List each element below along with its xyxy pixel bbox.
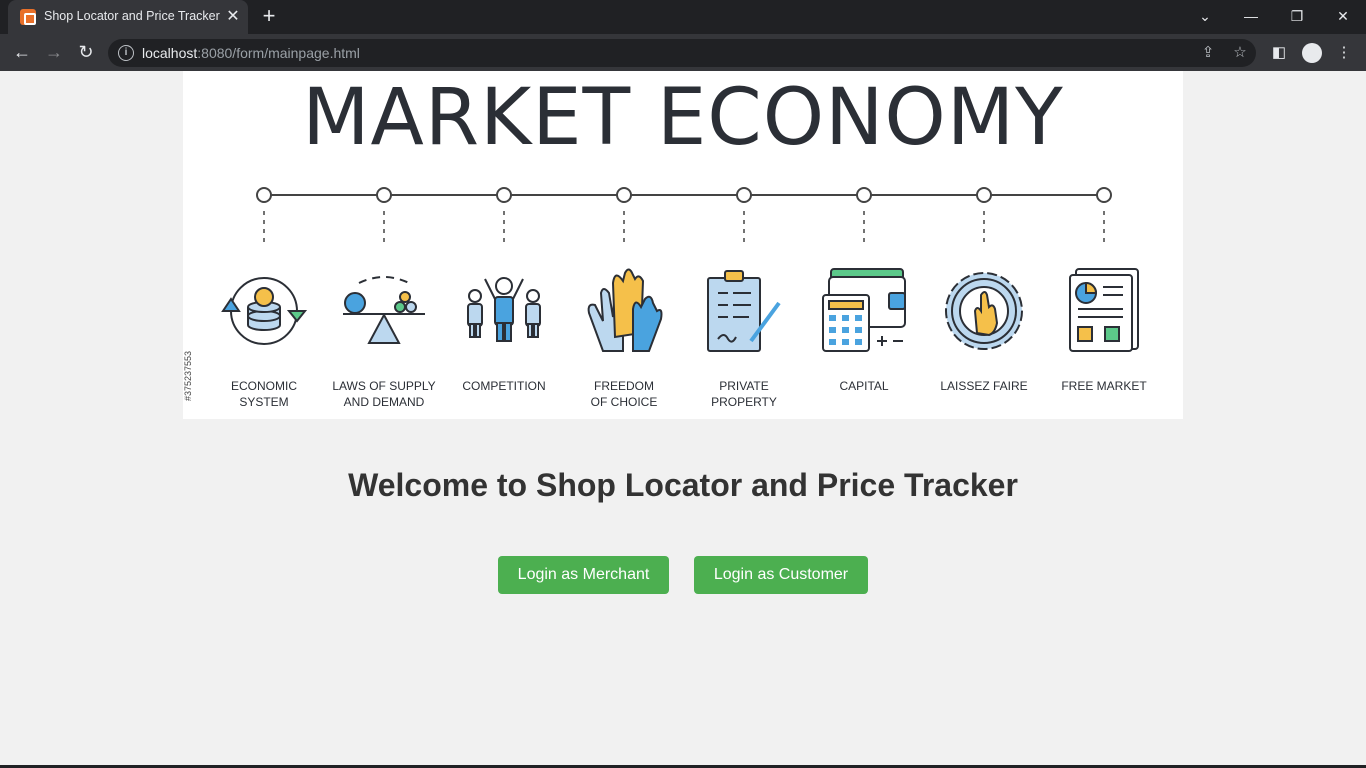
tab-title: Shop Locator and Price Tracker [44, 9, 220, 23]
login-customer-button[interactable]: Login as Customer [694, 556, 868, 594]
timeline-dot [616, 187, 632, 203]
caption-line2: PROPERTY [711, 395, 777, 409]
caption-line1: FREEDOM [594, 379, 654, 393]
caption-line1: ECONOMIC [231, 379, 297, 393]
gear-hand-icon [945, 272, 1023, 350]
caption-line1: CAPITAL [839, 379, 889, 393]
banner-caption: PRIVATE PROPERTY [684, 378, 804, 410]
browser-toolbar: ← → ↻ i localhost:8080/form/mainpage.htm… [0, 34, 1366, 71]
xampp-favicon-icon [20, 9, 36, 25]
caption-line1: FREE MARKET [1061, 379, 1147, 393]
profile-avatar-icon[interactable] [1302, 43, 1322, 63]
banner-caption: ECONOMIC SYSTEM [204, 378, 324, 410]
report-chart-icon [1069, 268, 1139, 352]
economic-system-icon [221, 277, 308, 345]
page-content: MARKET ECONOMY #375237553 ECONOMIC SYSTE… [0, 71, 1366, 765]
browser-tab[interactable]: Shop Locator and Price Tracker ✕ [8, 0, 248, 34]
menu-kebab-icon[interactable]: ⋮ [1333, 42, 1355, 64]
timeline-dot [256, 187, 272, 203]
url-text[interactable]: localhost:8080/form/mainpage.html [142, 45, 360, 61]
minimize-icon[interactable]: — [1228, 0, 1274, 34]
browser-titlebar: Shop Locator and Price Tracker ✕ + ⌄ — ❐… [0, 0, 1366, 34]
back-icon[interactable]: ← [9, 40, 35, 66]
caption-line2: AND DEMAND [343, 395, 425, 409]
banner-caption: LAWS OF SUPPLY AND DEMAND [324, 378, 444, 410]
close-window-icon[interactable]: ✕ [1320, 0, 1366, 34]
restore-icon[interactable]: ❐ [1274, 0, 1320, 34]
caption-line1: COMPETITION [462, 379, 546, 393]
new-tab-icon[interactable]: + [258, 5, 280, 28]
timeline-dot [376, 187, 392, 203]
timeline-dot [976, 187, 992, 203]
supply-demand-scale-icon [343, 276, 425, 344]
clipboard-document-icon [707, 270, 781, 352]
banner-caption: FREEDOM OF CHOICE [564, 378, 684, 410]
caption-line1: LAISSEZ FAIRE [940, 379, 1028, 393]
welcome-heading: Welcome to Shop Locator and Price Tracke… [348, 467, 1018, 503]
raised-hands-icon [587, 268, 663, 352]
banner-caption: FREE MARKET [1044, 378, 1164, 394]
timeline-dot [496, 187, 512, 203]
address-bar[interactable]: i localhost:8080/form/mainpage.html ⇪ ☆ [108, 39, 1256, 67]
login-merchant-button[interactable]: Login as Merchant [498, 556, 669, 594]
caption-line1: LAWS OF SUPPLY [332, 379, 436, 393]
timeline-dot [1096, 187, 1112, 203]
wallet-calculator-icon [822, 268, 906, 352]
forward-icon[interactable]: → [41, 40, 67, 66]
caption-line2: OF CHOICE [590, 395, 658, 409]
timeline-dot [856, 187, 872, 203]
banner-caption: COMPETITION [444, 378, 564, 394]
share-icon[interactable]: ⇪ [1198, 43, 1218, 63]
market-economy-banner: MARKET ECONOMY #375237553 ECONOMIC SYSTE… [183, 71, 1183, 419]
competition-people-icon [467, 277, 541, 342]
tab-search-icon[interactable]: ⌄ [1182, 0, 1228, 34]
banner-caption: LAISSEZ FAIRE [924, 378, 1044, 394]
banner-caption: CAPITAL [804, 378, 924, 394]
caption-line2: SYSTEM [239, 395, 289, 409]
site-info-icon[interactable]: i [118, 45, 134, 61]
banner-graphic [221, 187, 1139, 352]
reload-icon[interactable]: ↻ [73, 40, 99, 66]
close-tab-icon[interactable]: ✕ [224, 8, 242, 26]
timeline-dot [736, 187, 752, 203]
url-host: localhost [142, 45, 198, 61]
side-panel-icon[interactable]: ◧ [1268, 42, 1290, 64]
bookmark-star-icon[interactable]: ☆ [1230, 43, 1250, 63]
url-path: :8080/form/mainpage.html [197, 45, 360, 61]
caption-line1: PRIVATE [719, 379, 769, 393]
